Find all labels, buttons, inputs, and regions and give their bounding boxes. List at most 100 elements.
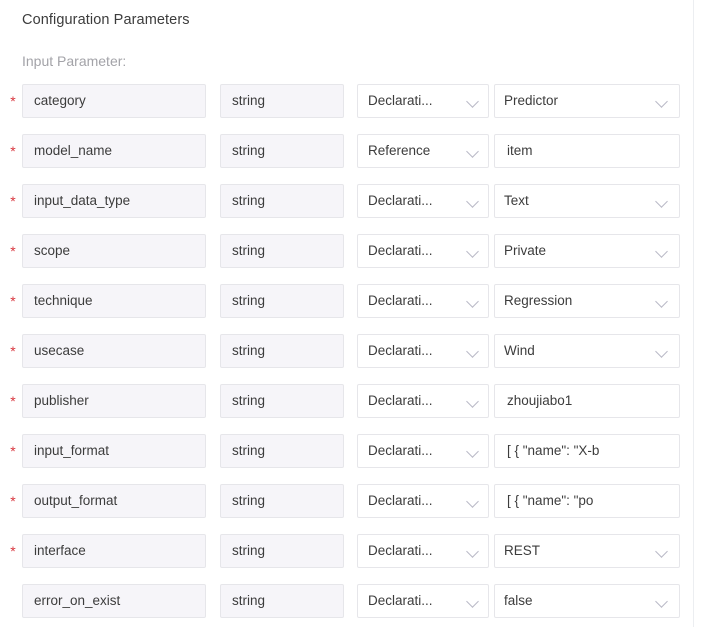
- parameter-type-input-text: string: [232, 494, 266, 508]
- parameter-type-input[interactable]: string: [220, 334, 344, 368]
- chevron-down-icon: [466, 144, 480, 158]
- parameter-name-input[interactable]: input_data_type: [22, 184, 206, 218]
- chevron-down-icon: [655, 294, 669, 308]
- parameter-name-input[interactable]: input_format: [22, 434, 206, 468]
- parameter-value-select[interactable]: REST: [494, 534, 680, 568]
- parameter-name-input[interactable]: error_on_exist: [22, 584, 206, 618]
- chevron-down-icon: [466, 494, 480, 508]
- required-asterisk-icon: *: [10, 143, 16, 159]
- parameter-type-input[interactable]: string: [220, 184, 344, 218]
- parameter-value-input-text: [ { "name": "po: [507, 494, 594, 508]
- parameter-type-input-text: string: [232, 444, 266, 458]
- parameter-kind-select-text: Reference: [368, 144, 431, 158]
- parameter-value-input-text: [ { "name": "X-b: [507, 444, 600, 458]
- parameter-type-input[interactable]: string: [220, 84, 344, 118]
- parameter-kind-select[interactable]: Declarati...: [357, 284, 489, 318]
- parameter-kind-select[interactable]: Declarati...: [357, 84, 489, 118]
- parameter-kind-select[interactable]: Declarati...: [357, 534, 489, 568]
- parameter-type-input[interactable]: string: [220, 134, 344, 168]
- parameter-value-select-text: Text: [504, 194, 529, 208]
- parameter-type-input-text: string: [232, 344, 266, 358]
- parameter-kind-select-text: Declarati...: [368, 394, 433, 408]
- chevron-down-icon: [655, 594, 669, 608]
- chevron-down-icon: [466, 94, 480, 108]
- parameter-row: * output_format string Declarati... [ { "nam…: [0, 484, 694, 534]
- parameter-value-select-text: REST: [504, 544, 541, 558]
- parameter-name-input[interactable]: model_name: [22, 134, 206, 168]
- parameter-kind-select-text: Declarati...: [368, 594, 433, 608]
- parameter-type-input[interactable]: string: [220, 484, 344, 518]
- parameter-name-input[interactable]: publisher: [22, 384, 206, 418]
- parameter-value-select[interactable]: Text: [494, 184, 680, 218]
- parameter-name-input-text: technique: [34, 294, 93, 308]
- parameter-kind-select-text: Declarati...: [368, 344, 433, 358]
- chevron-down-icon: [466, 344, 480, 358]
- required-asterisk-icon: *: [10, 193, 16, 209]
- parameter-value-input-text: item: [507, 144, 533, 158]
- parameter-type-input[interactable]: string: [220, 234, 344, 268]
- parameter-value-select[interactable]: Predictor: [494, 84, 680, 118]
- parameter-value-select-text: Predictor: [504, 94, 559, 108]
- parameter-name-input-text: scope: [34, 244, 71, 258]
- chevron-down-icon: [466, 194, 480, 208]
- required-asterisk-icon: *: [10, 443, 16, 459]
- required-asterisk-icon: *: [10, 343, 16, 359]
- chevron-down-icon: [655, 194, 669, 208]
- parameter-value-select-text: false: [504, 594, 533, 608]
- parameter-kind-select-text: Declarati...: [368, 544, 433, 558]
- parameter-value-select[interactable]: Wind: [494, 334, 680, 368]
- parameter-value-select[interactable]: Regression: [494, 284, 680, 318]
- parameter-kind-select[interactable]: Declarati...: [357, 184, 489, 218]
- parameter-value-input-text: zhoujiabo1: [507, 394, 573, 408]
- parameter-name-input-text: output_format: [34, 494, 118, 508]
- parameter-row: * publisher string Declarati... zhoujiabo1: [0, 384, 694, 434]
- parameter-type-input-text: string: [232, 594, 266, 608]
- parameter-type-input-text: string: [232, 94, 266, 108]
- parameter-row: * usecase string Declarati... Wind: [0, 334, 694, 384]
- parameter-value-select-text: Wind: [504, 344, 535, 358]
- parameter-value-input[interactable]: item: [494, 134, 680, 168]
- page-title: Configuration Parameters: [22, 12, 190, 28]
- chevron-down-icon: [655, 544, 669, 558]
- parameter-kind-select[interactable]: Declarati...: [357, 434, 489, 468]
- parameter-name-input[interactable]: technique: [22, 284, 206, 318]
- parameter-type-input-text: string: [232, 194, 266, 208]
- parameter-row: * input_format string Declarati... [ { "name…: [0, 434, 694, 484]
- parameter-kind-select[interactable]: Declarati...: [357, 234, 489, 268]
- required-asterisk-icon: *: [10, 493, 16, 509]
- parameter-kind-select-text: Declarati...: [368, 244, 433, 258]
- parameter-name-input-text: interface: [34, 544, 86, 558]
- parameter-value-select[interactable]: Private: [494, 234, 680, 268]
- parameter-kind-select-text: Declarati...: [368, 194, 433, 208]
- parameter-row: * scope string Declarati... Private: [0, 234, 694, 284]
- parameter-kind-select[interactable]: Declarati...: [357, 384, 489, 418]
- parameter-kind-select[interactable]: Declarati...: [357, 584, 489, 618]
- parameter-type-input[interactable]: string: [220, 584, 344, 618]
- parameter-value-input[interactable]: zhoujiabo1: [494, 384, 680, 418]
- parameter-type-input[interactable]: string: [220, 434, 344, 468]
- required-asterisk-icon: *: [10, 293, 16, 309]
- parameter-value-input[interactable]: [ { "name": "X-b: [494, 434, 680, 468]
- parameter-kind-select[interactable]: Reference: [357, 134, 489, 168]
- parameter-name-input[interactable]: interface: [22, 534, 206, 568]
- chevron-down-icon: [655, 94, 669, 108]
- chevron-down-icon: [466, 244, 480, 258]
- parameter-name-input[interactable]: category: [22, 84, 206, 118]
- parameter-row: * input_data_type string Declarati... Text: [0, 184, 694, 234]
- chevron-down-icon: [466, 394, 480, 408]
- parameter-kind-select[interactable]: Declarati...: [357, 334, 489, 368]
- parameter-name-input[interactable]: output_format: [22, 484, 206, 518]
- parameter-value-select[interactable]: false: [494, 584, 680, 618]
- parameter-kind-select[interactable]: Declarati...: [357, 484, 489, 518]
- parameter-value-input[interactable]: [ { "name": "po: [494, 484, 680, 518]
- required-asterisk-icon: *: [10, 543, 16, 559]
- parameter-name-input[interactable]: scope: [22, 234, 206, 268]
- parameter-type-input[interactable]: string: [220, 284, 344, 318]
- parameter-name-input[interactable]: usecase: [22, 334, 206, 368]
- parameter-name-input-text: usecase: [34, 344, 85, 358]
- parameter-type-input[interactable]: string: [220, 384, 344, 418]
- parameter-type-input[interactable]: string: [220, 534, 344, 568]
- chevron-down-icon: [466, 544, 480, 558]
- parameter-kind-select-text: Declarati...: [368, 294, 433, 308]
- parameter-name-input-text: input_data_type: [34, 194, 131, 208]
